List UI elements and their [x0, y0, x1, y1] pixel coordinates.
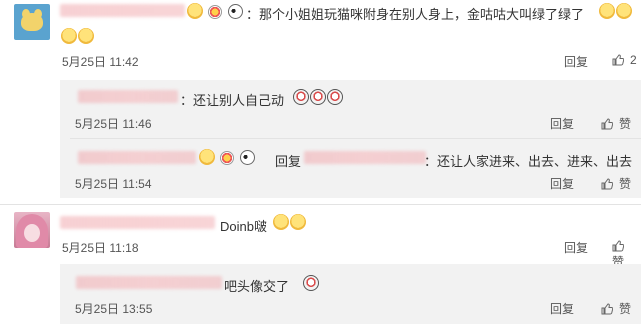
avatar[interactable] [14, 4, 50, 40]
panda-badge-icon [239, 150, 255, 165]
username-redacted[interactable] [60, 4, 185, 17]
reply-button[interactable]: 回复 [550, 300, 574, 317]
divider [70, 138, 641, 139]
reply-target-redacted[interactable] [304, 151, 426, 164]
crying-emoji-icon [327, 89, 343, 105]
like-label: 赞 [619, 117, 632, 131]
thumbs-up-icon [601, 178, 613, 190]
user-badges [198, 149, 255, 167]
reply-emojis [292, 89, 343, 107]
face-emoji-icon [187, 3, 203, 19]
like-button[interactable]: 赞 [601, 115, 631, 132]
face-emoji-icon [61, 28, 77, 44]
reply-text: ：还让人家进来、出去、进来、出去 [424, 154, 633, 169]
crying-emoji-icon [293, 89, 309, 105]
comment-emojis [272, 214, 306, 232]
crying-emoji-icon [303, 275, 319, 291]
reply-button[interactable]: 回复 [550, 175, 574, 192]
comment-time: 5月25日 11:18 [62, 241, 139, 255]
reply-time: 5月25日 11:54 [75, 177, 152, 191]
reply-button[interactable]: 回复 [564, 239, 588, 256]
reply-button[interactable]: 回复 [550, 115, 574, 132]
comment-emojis [598, 3, 632, 21]
medal-badge-icon [220, 151, 235, 165]
crying-emoji-icon [310, 89, 326, 105]
medal-badge-icon [208, 5, 223, 19]
reply-text: ：还让别人自己动 [180, 93, 285, 108]
username-redacted[interactable] [78, 90, 178, 103]
face-emoji-icon [616, 3, 632, 19]
like-count: 2 [630, 53, 637, 67]
user-badges [186, 3, 243, 21]
face-emoji-icon [273, 214, 289, 230]
thumbs-up-icon [612, 240, 624, 252]
comment-time: 5月25日 11:42 [62, 55, 139, 69]
comment-text: ：那个小姐姐玩猫咪附身在别人身上，金咕咕大叫绿了绿了 [246, 7, 585, 22]
avatar[interactable] [14, 212, 50, 248]
username-redacted[interactable] [78, 151, 196, 164]
face-emoji-icon [199, 149, 215, 165]
reply-text: 吧头像交了 [224, 279, 290, 294]
reply-time: 5月25日 11:46 [75, 117, 152, 131]
panda-badge-icon [227, 4, 243, 19]
face-emoji-icon [599, 3, 615, 19]
reply-time: 5月25日 13:55 [75, 302, 153, 316]
like-label: 赞 [619, 177, 632, 191]
like-label: 赞 [619, 302, 632, 316]
comment-emojis-line2 [60, 28, 94, 46]
like-button[interactable]: 赞 [601, 175, 631, 192]
username-redacted[interactable] [60, 216, 215, 229]
thumbs-up-icon [601, 118, 613, 130]
comment-text: Doinb啵 [220, 219, 267, 234]
reply-emojis [302, 275, 319, 293]
thumbs-up-icon [601, 303, 613, 315]
username-redacted[interactable] [76, 276, 222, 289]
reply-prefix: 回复 [275, 154, 302, 169]
like-button[interactable]: 赞 [601, 300, 631, 317]
like-button[interactable]: 2 [612, 53, 637, 67]
divider [0, 204, 641, 205]
reply-button[interactable]: 回复 [564, 53, 588, 70]
thumbs-up-icon [612, 54, 624, 66]
face-emoji-icon [290, 214, 306, 230]
face-emoji-icon [78, 28, 94, 44]
